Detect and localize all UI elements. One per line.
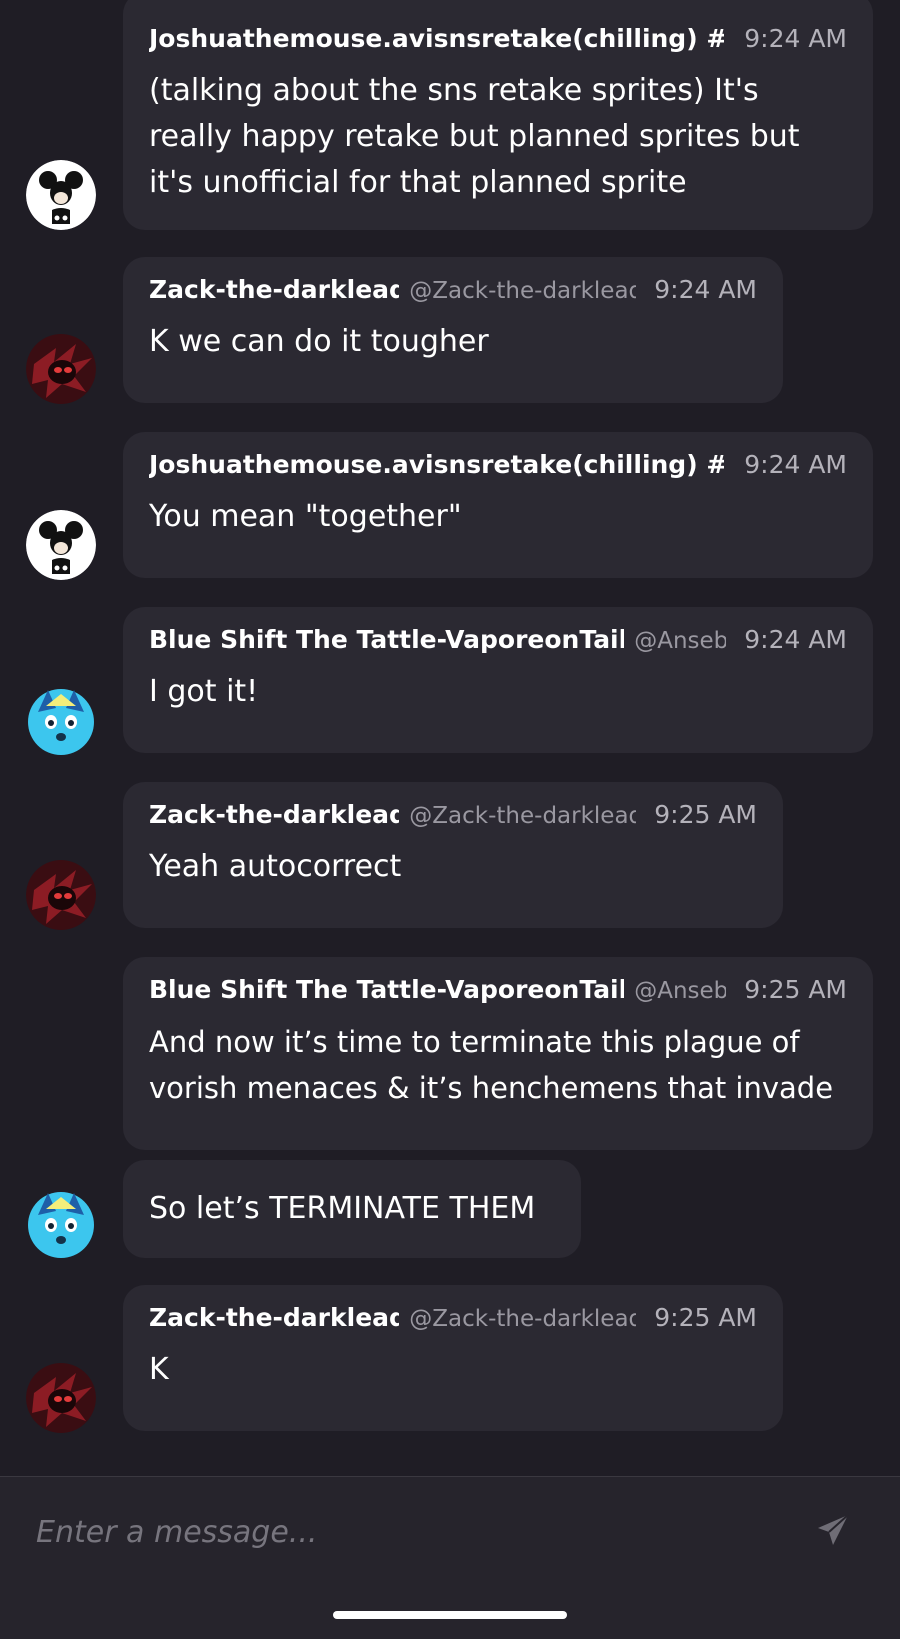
author-name[interactable]: Zack-the-darklead <box>149 800 399 829</box>
message-time: 9:24 AM <box>744 625 847 654</box>
mickey-mouse-avatar[interactable] <box>26 510 96 580</box>
message-time: 9:25 AM <box>654 800 757 829</box>
dark-hedgehog-avatar[interactable] <box>26 860 96 930</box>
message-text: K we can do it tougher <box>149 324 489 359</box>
author-name[interactable]: Blue Shift The Tattle-VaporeonTail <box>149 975 624 1004</box>
message-text: So let’s TERMINATE THEM <box>149 1191 536 1226</box>
dark-hedgehog-avatar[interactable] <box>26 334 96 404</box>
message-bubble[interactable]: Joshuathemouse.avisnsretake(chilling) #a… <box>123 432 873 578</box>
home-indicator <box>333 1611 567 1619</box>
message-text: And now it’s time to terminate this plag… <box>149 1025 834 1105</box>
mickey-mouse-avatar[interactable] <box>26 160 96 230</box>
message-bubble[interactable]: Zack-the-darklead @Zack-the-darklead 9:2… <box>123 782 783 928</box>
dark-hedgehog-avatar[interactable] <box>26 1363 96 1433</box>
message-bubble[interactable]: Joshuathemouse.avisnsretake(chilling) #a… <box>123 0 873 230</box>
message-time: 9:24 AM <box>744 450 847 479</box>
message-bubble[interactable]: Blue Shift The Tattle-VaporeonTail @Anse… <box>123 607 873 753</box>
author-name[interactable]: Zack-the-darklead <box>149 275 399 304</box>
author-handle[interactable]: @Zack-the-darklead <box>409 278 636 304</box>
author-name[interactable]: Joshuathemouse.avisnsretake(chilling) #a… <box>149 24 724 53</box>
blue-creature-avatar[interactable] <box>24 682 98 756</box>
message-text: (talking about the sns retake sprites) I… <box>149 73 800 200</box>
message-bubble[interactable]: Zack-the-darklead @Zack-the-darklead 9:2… <box>123 257 783 403</box>
message-time: 9:24 AM <box>744 24 847 53</box>
message-input[interactable] <box>34 1503 758 1561</box>
author-name[interactable]: Zack-the-darklead <box>149 1303 399 1332</box>
message-time: 9:25 AM <box>744 975 847 1004</box>
message-text: K <box>149 1352 169 1387</box>
author-name[interactable]: Blue Shift The Tattle-VaporeonTail <box>149 625 624 654</box>
message-composer <box>0 1476 900 1639</box>
message-text: Yeah autocorrect <box>149 849 402 884</box>
author-name[interactable]: Joshuathemouse.avisnsretake(chilling) #a… <box>149 450 724 479</box>
message-text: You mean "together" <box>149 499 462 534</box>
author-handle[interactable]: @Zack-the-darklead <box>409 803 636 829</box>
message-bubble[interactable]: Zack-the-darklead @Zack-the-darklead 9:2… <box>123 1285 783 1431</box>
author-handle[interactable]: @Anseb_ <box>634 628 726 654</box>
message-bubble[interactable]: Blue Shift The Tattle-VaporeonTail @Anse… <box>123 957 873 1150</box>
blue-creature-avatar[interactable] <box>24 1185 98 1259</box>
message-feed[interactable]: Joshuathemouse.avisnsretake(chilling) #a… <box>0 0 900 1476</box>
message-time: 9:24 AM <box>654 275 757 304</box>
author-handle[interactable]: @Zack-the-darklead <box>409 1306 636 1332</box>
message-bubble[interactable]: So let’s TERMINATE THEM <box>123 1160 581 1258</box>
message-text: I got it! <box>149 674 259 709</box>
message-time: 9:25 AM <box>654 1303 757 1332</box>
author-handle[interactable]: @Anseb_ <box>634 978 726 1004</box>
paper-plane-icon[interactable] <box>810 1507 856 1553</box>
